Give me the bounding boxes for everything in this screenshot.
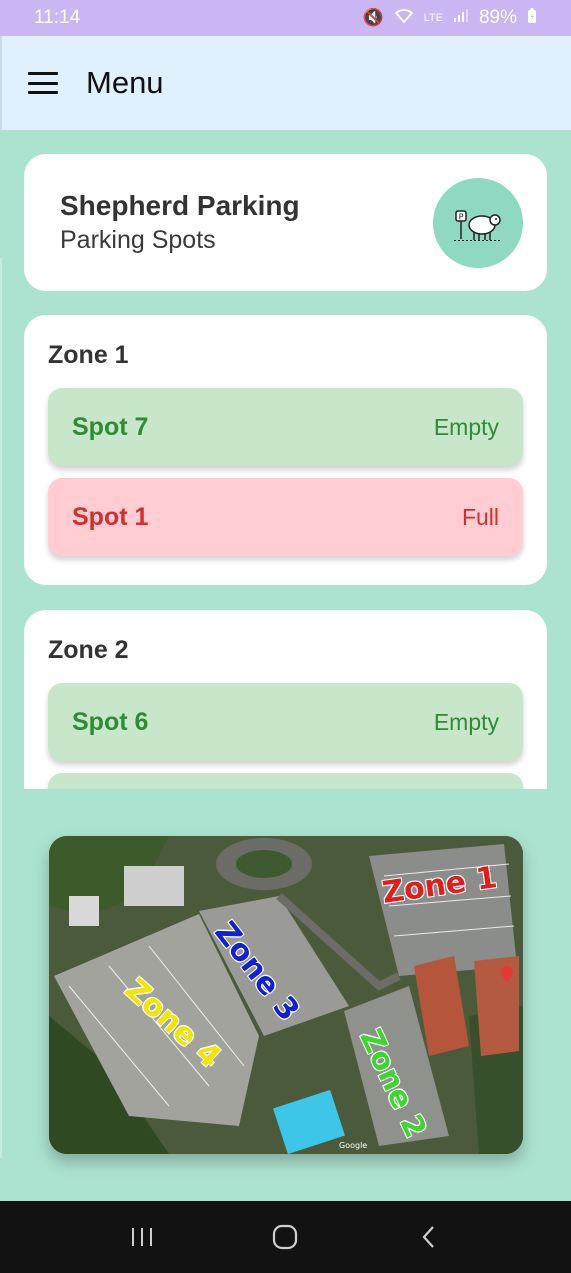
spot-item[interactable]: Spot 6 Empty [48,683,523,761]
app-bar-title: Menu [86,65,164,100]
zones-list[interactable]: Zone 1 Spot 7 Empty Spot 1 Full Zone 2 S… [0,300,571,789]
signal-icon [453,8,469,28]
battery-icon [527,7,537,29]
wifi-icon [394,8,414,29]
spot-item[interactable]: Spot 7 Empty [48,388,523,466]
spot-status: Empty [433,708,499,735]
zone-card: Zone 2 Spot 6 Empty [24,610,547,789]
status-icons: 🔇 LTE 89% [362,7,537,29]
sheep-parking-logo-icon: P [433,177,523,268]
spot-status: Empty [433,413,499,440]
spot-name: Spot 6 [72,707,149,736]
zone-card: Zone 1 Spot 7 Empty Spot 1 Full [24,315,547,585]
zone-title: Zone 2 [48,636,129,664]
mute-icon: 🔇 [362,8,384,27]
zone-title: Zone 1 [48,341,129,369]
spot-name: Spot 7 [72,412,149,441]
header-text: Shepherd Parking Parking Spots [60,190,433,255]
svg-text:P: P [459,212,464,221]
parking-zones-map: Google Zone 1 Zone 3 Zone 4 Zone 2 [49,836,523,1154]
back-icon[interactable] [409,1217,449,1257]
map-attribution: Google [339,1141,367,1150]
status-time: 11:14 [34,7,81,28]
header-card: Shepherd Parking Parking Spots P [24,154,547,291]
header-title: Shepherd Parking [60,190,300,221]
system-nav-bar [0,1201,571,1273]
recent-apps-icon[interactable] [122,1217,162,1257]
spot-item[interactable]: Spot 1 Full [48,478,523,556]
home-icon[interactable] [265,1217,305,1257]
spot-item[interactable] [48,773,523,789]
header-subtitle: Parking Spots [60,226,216,254]
spot-name: Spot 1 [72,502,149,531]
app-bar: Menu [0,36,571,130]
hamburger-menu-icon[interactable] [28,72,58,94]
battery-percent: 89% [478,7,517,28]
status-bar: 11:14 🔇 LTE 89% [0,0,571,36]
lte-label: LTE [423,12,443,24]
spot-status: Full [461,503,499,530]
